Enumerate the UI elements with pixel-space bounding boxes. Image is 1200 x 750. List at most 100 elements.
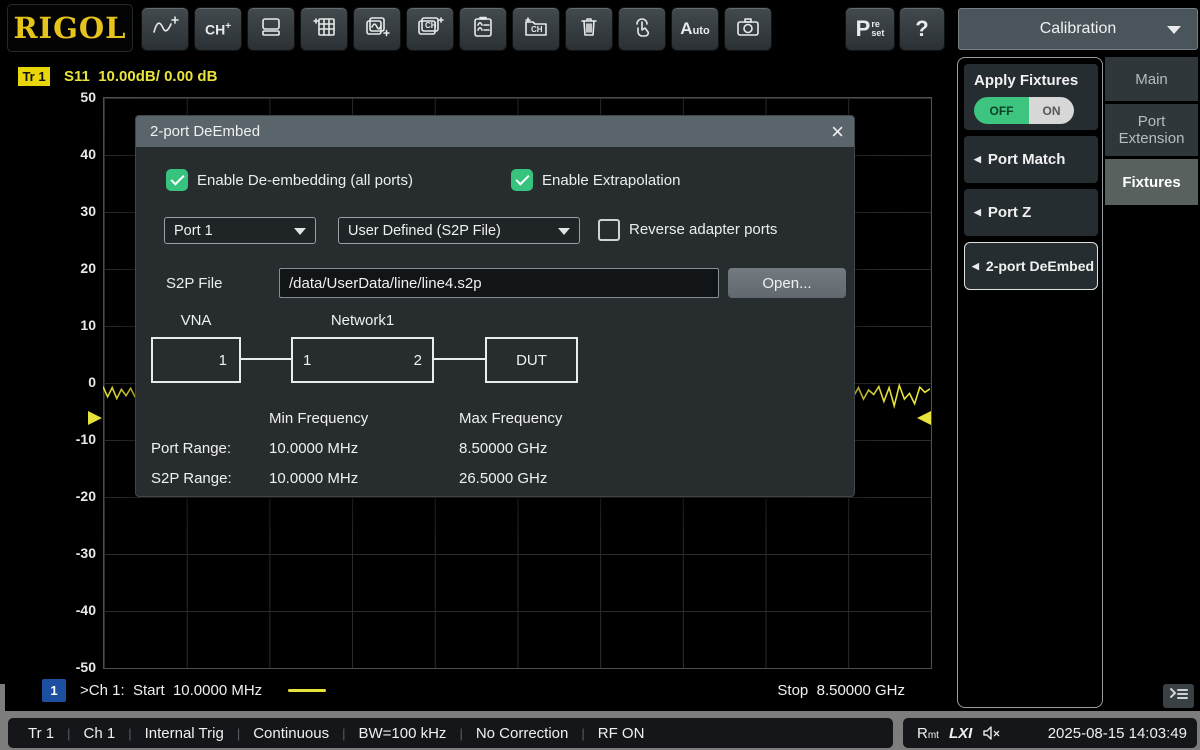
trace-settings-button[interactable] xyxy=(459,7,507,51)
toggle-off-segment[interactable]: OFF xyxy=(974,97,1029,124)
open-button-label: Open... xyxy=(762,275,811,292)
status-separator: | xyxy=(67,726,70,741)
channel-plus-icon: CH+ xyxy=(205,21,231,38)
menu-title-dropdown[interactable]: Calibration xyxy=(958,8,1198,50)
add-trace-button[interactable] xyxy=(141,7,189,51)
preset-button[interactable]: P re set xyxy=(845,7,895,51)
trace-segment xyxy=(103,387,135,399)
folder-channel-icon: CH xyxy=(522,15,550,44)
y-axis-tick: 50 xyxy=(48,88,96,106)
y-axis-tick: -40 xyxy=(48,601,96,619)
add-trace-window-button[interactable] xyxy=(353,7,401,51)
softkey-port-match[interactable]: ◀ Port Match xyxy=(964,136,1098,183)
open-button[interactable]: Open... xyxy=(728,268,846,298)
enable-deembedding-checkbox[interactable] xyxy=(166,169,188,191)
dut-label: DUT xyxy=(516,352,547,369)
trace-segment xyxy=(848,385,930,406)
speaker-muted-icon[interactable] xyxy=(982,725,1001,741)
network-port2-number: 2 xyxy=(414,352,422,369)
status-item: RF ON xyxy=(598,725,645,742)
enable-extrapolation-label: Enable Extrapolation xyxy=(542,172,680,189)
delete-button[interactable] xyxy=(565,7,613,51)
trace-params[interactable]: S11 10.00dB/ 0.00 dB xyxy=(64,68,217,85)
channel-stop-readout[interactable]: Stop 8.50000 GHz xyxy=(777,682,905,699)
tab-fixtures[interactable]: Fixtures xyxy=(1105,159,1198,205)
left-bezel xyxy=(0,684,5,750)
tab-main[interactable]: Main xyxy=(1105,57,1198,101)
add-channel-button[interactable]: CH+ xyxy=(194,7,242,51)
tab-port-extension[interactable]: Port Extension xyxy=(1105,104,1198,156)
auto-scale-button[interactable]: Auto xyxy=(671,7,719,51)
softkey-label: Port Match xyxy=(988,151,1066,168)
screenshot-button[interactable] xyxy=(724,7,772,51)
reference-marker-left-icon[interactable] xyxy=(88,411,102,425)
softkey-label: 2-port DeEmbed xyxy=(986,258,1094,274)
enable-extrapolation-checkbox[interactable] xyxy=(511,169,533,191)
chevron-left-icon: ◀ xyxy=(974,207,981,218)
remote-indicator: Rmt xyxy=(917,725,939,742)
port-select[interactable]: Port 1 xyxy=(164,217,316,244)
svg-text:CH: CH xyxy=(425,21,437,30)
status-item: Ch 1 xyxy=(84,725,116,742)
dialog-title: 2-port DeEmbed xyxy=(150,123,260,140)
port-range-max: 8.50000 GHz xyxy=(459,440,547,457)
console-expand-button[interactable] xyxy=(1163,684,1194,708)
add-channel-window-button[interactable]: CH xyxy=(406,7,454,51)
softkey-port-z[interactable]: ◀ Port Z xyxy=(964,189,1098,236)
window-layout-button[interactable] xyxy=(247,7,295,51)
softkey-2port-deembed[interactable]: ◀ 2-port DeEmbed xyxy=(964,242,1098,290)
vna-screen: RIGOL CH+ CH xyxy=(0,0,1200,750)
table-plus-icon xyxy=(311,15,337,44)
apply-fixtures-toggle[interactable]: OFF ON xyxy=(974,97,1074,124)
status-separator: | xyxy=(128,726,131,741)
svg-text:CH: CH xyxy=(531,25,543,34)
dialog-titlebar[interactable]: 2-port DeEmbed × xyxy=(136,116,854,147)
chevron-down-icon xyxy=(558,228,570,235)
channel-table-button[interactable] xyxy=(300,7,348,51)
status-item: BW=100 kHz xyxy=(358,725,446,742)
waveform-plus-icon xyxy=(151,15,179,44)
s2p-file-path: /data/UserData/line/line4.s2p xyxy=(289,275,482,292)
min-frequency-header: Min Frequency xyxy=(269,410,368,427)
tab-label: Fixtures xyxy=(1122,174,1180,191)
trace-badge[interactable]: Tr 1 xyxy=(18,67,50,86)
channel-settings-button[interactable]: CH xyxy=(512,7,560,51)
y-axis-tick: -50 xyxy=(48,658,96,676)
status-item: Internal Trig xyxy=(145,725,224,742)
vna-diagram-box: 1 xyxy=(151,337,241,383)
status-item: Tr 1 xyxy=(28,725,54,742)
network-port1-number: 1 xyxy=(303,352,311,369)
enable-deembedding-label: Enable De-embedding (all ports) xyxy=(197,172,413,189)
status-bar-right: Rmt LXI 2025-08-15 14:03:49 xyxy=(903,718,1197,748)
reverse-adapter-checkbox[interactable] xyxy=(598,219,620,241)
menu-title-label: Calibration xyxy=(1040,20,1116,38)
s2p-file-input[interactable]: /data/UserData/line/line4.s2p xyxy=(279,268,719,298)
vna-diagram-label: VNA xyxy=(151,312,241,329)
y-axis-tick: 0 xyxy=(48,373,96,391)
window-channel-plus-icon: CH xyxy=(416,15,444,44)
status-item: No Correction xyxy=(476,725,569,742)
help-button[interactable]: ? xyxy=(899,7,945,51)
diagram-connector xyxy=(241,358,291,360)
auto-icon: Auto xyxy=(680,19,709,39)
chevron-left-icon: ◀ xyxy=(972,261,979,272)
status-bar: Tr 1 | Ch 1 | Internal Trig | Continuous | BW=10… xyxy=(8,718,893,748)
y-axis-tick: -20 xyxy=(48,487,96,505)
status-item: Continuous xyxy=(253,725,329,742)
chevron-down-icon xyxy=(294,228,306,235)
status-separator: | xyxy=(342,726,345,741)
touch-icon xyxy=(630,15,654,44)
help-icon: ? xyxy=(915,16,928,42)
channel-badge[interactable]: 1 xyxy=(42,679,66,702)
status-separator: | xyxy=(581,726,584,741)
port-range-min: 10.0000 MHz xyxy=(269,440,358,457)
apply-fixtures-label: Apply Fixtures xyxy=(974,72,1078,89)
touch-button[interactable] xyxy=(618,7,666,51)
clipboard-trace-icon xyxy=(470,15,496,44)
close-icon[interactable]: × xyxy=(831,116,844,147)
s2p-file-label: S2P File xyxy=(166,275,222,292)
dut-diagram-box: DUT xyxy=(485,337,578,383)
deembed-type-select[interactable]: User Defined (S2P File) xyxy=(338,217,580,244)
channel-start-readout[interactable]: >Ch 1: Start 10.0000 MHz xyxy=(80,682,262,699)
toggle-on-segment[interactable]: ON xyxy=(1029,97,1074,124)
